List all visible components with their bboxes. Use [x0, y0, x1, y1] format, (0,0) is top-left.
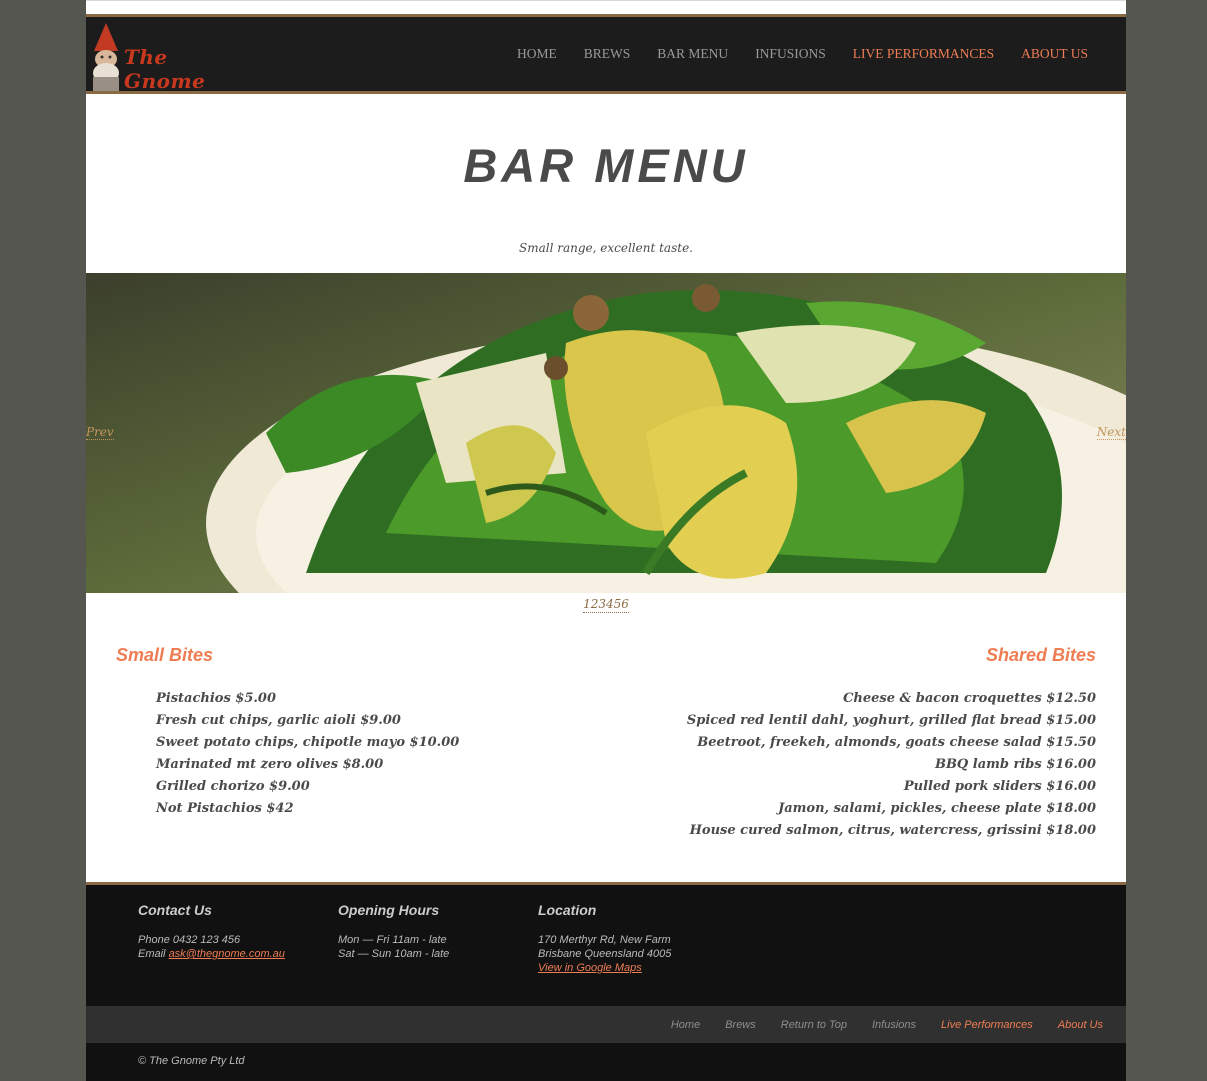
footer-hours: Opening Hours Mon — Fri 11am - late Sat … — [338, 902, 449, 961]
page-title: BAR MENU — [463, 139, 749, 192]
nav-live-performances[interactable]: LIVE PERFORMANCES — [853, 46, 994, 62]
footer-nav-about-us[interactable]: About Us — [1058, 1019, 1103, 1031]
main-nav: HOME BREWS BAR MENU INFUSIONS LIVE PERFO… — [517, 17, 1088, 91]
footer-nav-return-to-top[interactable]: Return to Top — [781, 1019, 847, 1031]
list-item: BBQ lamb ribs $16.00 — [934, 757, 1096, 772]
nav-home[interactable]: HOME — [517, 46, 557, 62]
footer-email-line: Email ask@thegnome.com.au — [138, 947, 285, 961]
list-item: Not Pistachios $42 — [156, 801, 294, 816]
gnome-icon — [93, 23, 119, 91]
salad-photo — [86, 273, 1126, 593]
logo-text: The Gnome — [124, 45, 206, 93]
slider-prev-button[interactable]: Prev — [86, 425, 114, 440]
list-item: Pistachios $5.00 — [156, 691, 276, 706]
footer-map-line: View in Google Maps — [538, 961, 671, 975]
copyright: © The Gnome Pty Ltd — [138, 1055, 245, 1067]
footer-contact-heading: Contact Us — [138, 902, 212, 918]
slider-next-button[interactable]: Next — [1096, 425, 1126, 440]
nav-bar-menu[interactable]: BAR MENU — [657, 46, 728, 62]
page-container: The Gnome HOME BREWS BAR MENU INFUSIONS … — [86, 0, 1126, 1081]
shared-bites-list: Cheese & bacon croquettes $12.50 Spiced … — [687, 688, 1096, 842]
footer-location: Location 170 Merthyr Rd, New Farm Brisba… — [538, 902, 671, 975]
image-slider — [86, 273, 1126, 593]
footer-location-heading: Location — [538, 902, 597, 918]
footer-hours-heading: Opening Hours — [338, 902, 440, 918]
footer-phone: Phone 0432 123 456 — [138, 934, 241, 946]
list-item: Grilled chorizo $9.00 — [156, 779, 310, 794]
footer-nav-live-performances[interactable]: Live Performances — [941, 1019, 1033, 1031]
top-strip — [86, 0, 1126, 14]
small-bites-heading: Small Bites — [116, 645, 214, 665]
nav-brews[interactable]: BREWS — [584, 46, 631, 62]
footer-address-line1: 170 Merthyr Rd, New Farm — [538, 934, 671, 946]
nav-infusions[interactable]: INFUSIONS — [755, 46, 826, 62]
nav-about-us[interactable]: ABOUT US — [1021, 46, 1088, 62]
list-item: Spiced red lentil dahl, yoghurt, grilled… — [686, 713, 1096, 728]
footer-map-link[interactable]: View in Google Maps — [538, 962, 642, 974]
list-item: Sweet potato chips, chipotle mayo $10.00 — [156, 735, 460, 750]
list-item: Beetroot, freekeh, almonds, goats cheese… — [697, 735, 1096, 750]
footer-hours-weekend: Sat — Sun 10am - late — [338, 948, 450, 960]
list-item: House cured salmon, citrus, watercress, … — [689, 823, 1096, 838]
footer-nav-brews[interactable]: Brews — [725, 1019, 756, 1031]
list-item: Pulled pork sliders $16.00 — [903, 779, 1096, 794]
footer-nav-infusions[interactable]: Infusions — [872, 1019, 916, 1031]
list-item: Cheese & bacon croquettes $12.50 — [843, 691, 1096, 706]
small-bites-list: Pistachios $5.00 Fresh cut chips, garlic… — [156, 688, 459, 820]
footer-contact: Contact Us Phone 0432 123 456 Email ask@… — [138, 902, 285, 961]
footer-hours-weekday: Mon — Fri 11am - late — [338, 934, 447, 946]
footer-email-prefix: Email — [138, 948, 169, 960]
list-item: Marinated mt zero olives $8.00 — [156, 757, 384, 772]
shared-bites-heading: Shared Bites — [985, 645, 1096, 665]
slider-pager[interactable]: 123456 — [86, 597, 1126, 613]
site-header: The Gnome HOME BREWS BAR MENU INFUSIONS … — [86, 14, 1126, 94]
site-footer: Contact Us Phone 0432 123 456 Email ask@… — [86, 882, 1126, 1081]
list-item: Jamon, salami, pickles, cheese plate $18… — [778, 801, 1096, 816]
footer-nav: Home Brews Return to Top Infusions Live … — [86, 1006, 1126, 1043]
footer-nav-home[interactable]: Home — [671, 1019, 700, 1031]
footer-address-line2: Brisbane Queensland 4005 — [538, 948, 672, 960]
footer-email-link[interactable]: ask@thegnome.com.au — [169, 948, 285, 960]
page-tagline: Small range, excellent taste. — [519, 241, 693, 255]
site-logo[interactable]: The Gnome — [86, 21, 256, 93]
slider-pager-numbers[interactable]: 123456 — [583, 597, 629, 613]
list-item: Fresh cut chips, garlic aioli $9.00 — [156, 713, 401, 728]
